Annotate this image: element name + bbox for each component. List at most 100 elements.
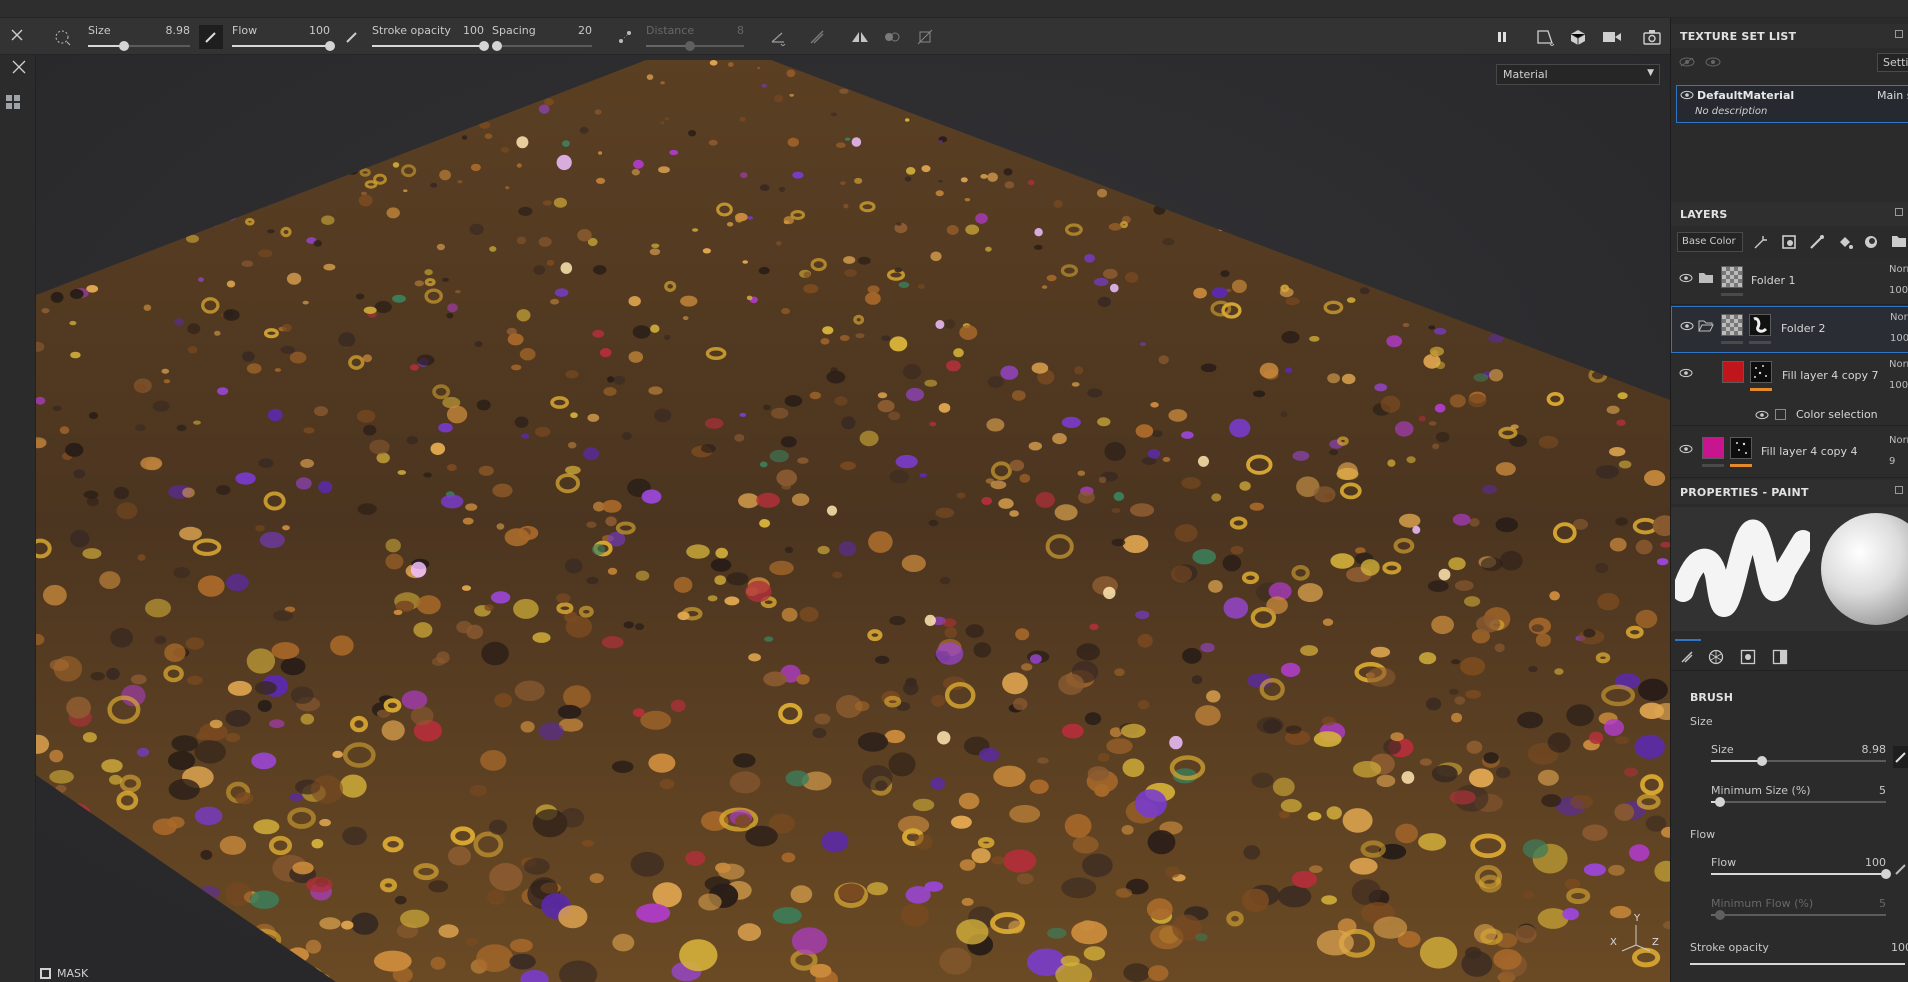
layer-opacity-value[interactable]: 100 [1889, 285, 1908, 296]
pen-pressure-icon[interactable] [199, 25, 223, 49]
screenshot-camera-icon[interactable] [1640, 25, 1664, 49]
mask-toggle[interactable]: MASK [40, 966, 88, 980]
effect-name[interactable]: Color selection [1796, 408, 1878, 421]
hide-all-eye-icon[interactable] [1679, 57, 1695, 70]
add-fill-layer-icon[interactable] [1837, 234, 1853, 253]
line-angle-icon[interactable] [766, 25, 790, 49]
close-icon[interactable] [8, 26, 26, 44]
add-paint-layer-icon[interactable] [1809, 234, 1825, 253]
slider-knob[interactable] [1714, 797, 1725, 807]
fill-color-swatch[interactable] [1702, 437, 1724, 459]
stroke-opacity-track[interactable] [1690, 963, 1905, 965]
slider-knob[interactable] [1881, 869, 1891, 879]
settings-button[interactable]: Settings [1877, 53, 1908, 72]
toolbar-spacing-slider[interactable]: Spacing 20 [492, 21, 592, 53]
pen-pressure-icon[interactable] [340, 25, 364, 49]
layer-opacity-value[interactable]: 100 [1890, 333, 1908, 344]
eye-icon[interactable] [1679, 273, 1693, 283]
layer-blend-mode[interactable]: Normal [1889, 435, 1908, 446]
brush-shape-icon[interactable] [50, 25, 74, 49]
minimum-flow-slider[interactable]: Minimum Flow (%) 5 [1711, 897, 1886, 929]
display-settings-cube-icon[interactable] [1566, 25, 1590, 49]
slider-track[interactable] [1711, 797, 1886, 807]
toolbar-flow-slider[interactable]: Flow 100 [232, 21, 335, 53]
brush-flow-slider[interactable]: Flow 100 [1711, 856, 1891, 888]
pen-pressure-icon[interactable] [1893, 861, 1908, 877]
pen-pressure-icon[interactable] [1893, 746, 1908, 768]
slider-knob[interactable] [685, 41, 696, 51]
eye-icon[interactable] [1679, 368, 1693, 378]
slider-track[interactable] [232, 41, 335, 51]
layer-name[interactable]: Folder 2 [1781, 322, 1826, 335]
slider-track[interactable] [492, 41, 592, 51]
fill-color-swatch[interactable] [1722, 361, 1744, 383]
shader-selector[interactable]: Main shader [1877, 89, 1908, 102]
slider-knob[interactable] [325, 41, 335, 51]
close-icon[interactable] [10, 58, 28, 76]
layer-name[interactable]: Fill layer 4 copy 7 [1782, 369, 1879, 382]
alpha-tab-icon[interactable] [1740, 649, 1756, 668]
slider-track[interactable] [1711, 910, 1886, 920]
layer-opacity-value[interactable]: 9 [1889, 456, 1895, 467]
mask-checkbox[interactable] [40, 967, 51, 979]
layer-blend-mode[interactable]: Normal [1889, 359, 1908, 370]
add-effect-icon[interactable] [1753, 234, 1769, 253]
channel-select[interactable]: Base Color [1677, 232, 1743, 252]
toolbar-distance-slider[interactable]: Distance 8 [646, 21, 744, 53]
effect-row-color-selection[interactable]: Color selection [1671, 404, 1908, 426]
radial-symmetry-icon[interactable] [880, 25, 904, 49]
slider-track[interactable] [372, 41, 489, 51]
symmetry-icon[interactable] [848, 25, 872, 49]
minimum-size-slider[interactable]: Minimum Size (%) 5 [1711, 784, 1886, 816]
slider-knob[interactable] [1714, 910, 1725, 920]
material-tab-icon[interactable] [1708, 649, 1724, 668]
layer-blend-mode[interactable]: Normal [1889, 264, 1908, 275]
layer-mask-thumbnail[interactable] [1750, 361, 1772, 383]
toolbar-stroke-opacity-slider[interactable]: Stroke opacity 100 [372, 21, 489, 53]
tab-brush[interactable] [1675, 639, 1701, 671]
brush-size-slider[interactable]: Size 8.98 [1711, 743, 1886, 775]
add-folder-icon[interactable] [1891, 234, 1907, 251]
stencil-tab-icon[interactable] [1772, 649, 1788, 668]
view-2d-3d-icon[interactable] [1533, 25, 1557, 49]
camera-video-icon[interactable] [1600, 25, 1624, 49]
add-mask-icon[interactable] [1781, 234, 1797, 253]
panel-float-icon[interactable] [1895, 486, 1903, 494]
layer-row-folder-1[interactable]: Folder 1 Normal 100 [1671, 258, 1908, 305]
slider-track[interactable] [1711, 869, 1891, 879]
slider-track[interactable] [646, 41, 744, 51]
layer-opacity-value[interactable]: 100 [1889, 380, 1908, 391]
layer-row-fill-layer-4-copy-4[interactable]: Fill layer 4 copy 4 Normal 9 [1671, 426, 1908, 478]
effect-checkbox[interactable] [1775, 409, 1786, 420]
layer-row-folder-2[interactable]: Folder 2 Normal 100 [1671, 306, 1908, 353]
show-all-eye-icon[interactable] [1705, 57, 1721, 70]
toolbar-size-slider[interactable]: Size 8.98 [88, 21, 190, 53]
viewport-mode-select[interactable]: Material ▼ [1496, 64, 1660, 85]
texture-set-item[interactable]: DefaultMaterial No description Main shad… [1676, 85, 1908, 123]
panel-float-icon[interactable] [1895, 208, 1903, 216]
eye-icon[interactable] [1680, 90, 1694, 103]
slider-knob[interactable] [492, 41, 502, 51]
layer-mask-thumbnail[interactable] [1749, 314, 1771, 336]
layer-mask-thumbnail[interactable] [1730, 437, 1752, 459]
3d-viewport[interactable]: Material ▼ Y X Z [36, 55, 1670, 982]
layer-name[interactable]: Folder 1 [1751, 274, 1796, 287]
treasure-mesh-render[interactable] [36, 55, 1670, 982]
eye-icon[interactable] [1680, 321, 1694, 331]
layer-name[interactable]: Fill layer 4 copy 4 [1761, 445, 1858, 458]
eye-icon[interactable] [1755, 410, 1769, 420]
layer-blend-mode[interactable]: Normal [1890, 312, 1908, 323]
panel-float-icon[interactable] [1895, 30, 1903, 38]
pause-icon[interactable] [1490, 25, 1514, 49]
slider-knob[interactable] [479, 41, 489, 51]
slider-knob[interactable] [118, 41, 129, 51]
slider-track[interactable] [1711, 756, 1886, 766]
slider-knob[interactable] [1756, 756, 1767, 766]
smart-material-icon[interactable] [1863, 234, 1879, 253]
grid-view-icon[interactable] [4, 93, 22, 111]
transform-icon[interactable] [913, 25, 937, 49]
align-strokes-icon[interactable] [805, 25, 829, 49]
lazy-mouse-icon[interactable] [613, 25, 637, 49]
slider-track[interactable] [88, 41, 190, 51]
eye-icon[interactable] [1679, 444, 1693, 454]
